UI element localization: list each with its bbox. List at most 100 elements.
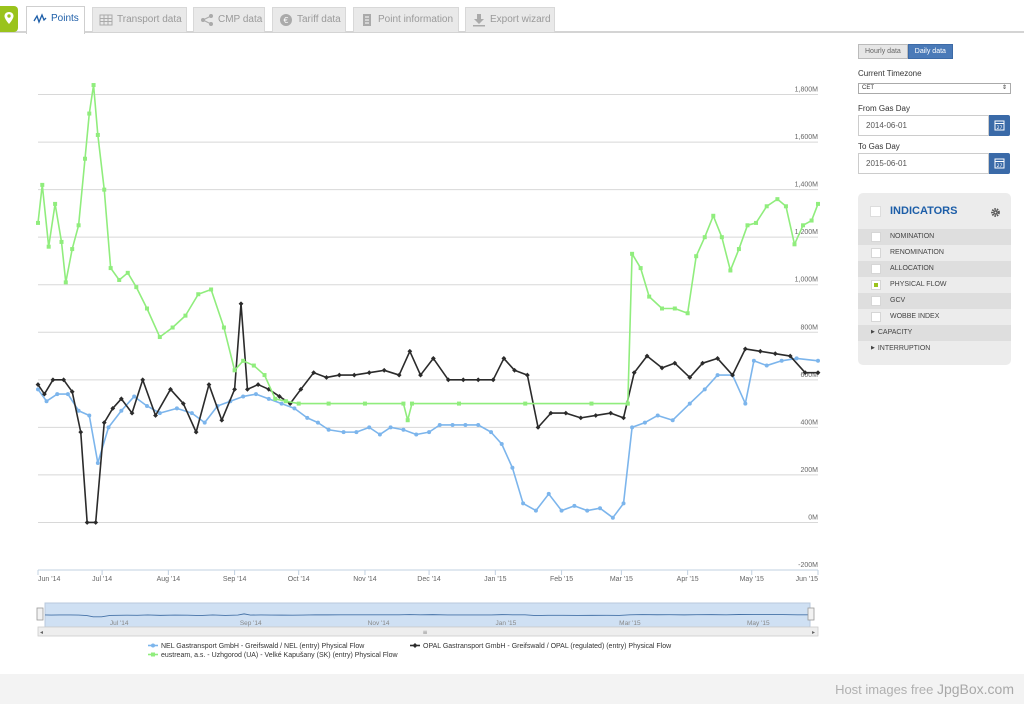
navigator-left-handle[interactable] <box>36 607 44 621</box>
data-point-marker[interactable] <box>206 382 212 387</box>
data-point-marker[interactable] <box>238 301 244 307</box>
series-line-2[interactable] <box>37 84 819 422</box>
data-point-marker[interactable] <box>625 401 630 406</box>
data-point-marker[interactable] <box>266 396 271 401</box>
data-point-marker[interactable] <box>610 515 615 520</box>
data-point-marker[interactable] <box>630 251 635 256</box>
navigator-right-handle[interactable] <box>807 607 815 621</box>
data-point-marker[interactable] <box>63 280 68 285</box>
data-point-marker[interactable] <box>106 425 111 430</box>
scroll-right-arrow-icon[interactable]: ▸ <box>812 629 815 636</box>
data-point-marker[interactable] <box>196 292 201 297</box>
indicator-physical-flow[interactable]: PHYSICAL FLOW <box>858 277 1011 293</box>
data-point-marker[interactable] <box>157 335 162 340</box>
data-point-marker[interactable] <box>456 401 461 406</box>
data-point-marker[interactable] <box>59 239 64 244</box>
data-point-marker[interactable] <box>463 422 468 427</box>
data-point-marker[interactable] <box>341 430 346 435</box>
data-point-marker[interactable] <box>407 348 413 354</box>
tab-tariff-data[interactable]: € Tariff data <box>272 7 346 32</box>
legend-item-label[interactable]: OPAL Gastransport GmbH - Greifswald / OP… <box>423 643 672 650</box>
navigator[interactable]: Jul '14 Sep '14 Nov '14 Jan '15 Mar '15 May '… <box>36 602 819 637</box>
data-point-marker[interactable] <box>630 425 635 430</box>
data-point-marker[interactable] <box>46 244 51 249</box>
data-point-marker[interactable] <box>40 182 45 187</box>
data-point-marker[interactable] <box>93 520 99 525</box>
data-point-marker[interactable] <box>757 348 763 354</box>
series-line-1[interactable] <box>37 302 818 524</box>
data-point-marker[interactable] <box>140 377 146 383</box>
gear-icon[interactable] <box>990 207 1001 218</box>
indicators-select-all-checkbox[interactable] <box>870 206 881 217</box>
data-point-marker[interactable] <box>83 156 88 161</box>
data-point-marker[interactable] <box>702 387 707 392</box>
data-point-marker[interactable] <box>125 270 130 275</box>
data-point-marker[interactable] <box>598 506 603 511</box>
data-point-marker[interactable] <box>91 83 96 88</box>
data-point-marker[interactable] <box>262 373 267 378</box>
daily-data-button[interactable]: Daily data <box>907 44 953 59</box>
data-point-marker[interactable] <box>702 235 707 240</box>
data-point-marker[interactable] <box>193 429 199 435</box>
data-point-marker[interactable] <box>685 311 690 316</box>
data-point-marker[interactable] <box>189 411 194 416</box>
data-point-marker[interactable] <box>396 372 402 378</box>
indicator-nomination[interactable]: NOMINATION <box>858 229 1011 245</box>
data-point-marker[interactable] <box>816 201 820 206</box>
data-point-marker[interactable] <box>772 351 778 357</box>
data-point-marker[interactable] <box>108 266 113 271</box>
indicator-checkbox[interactable] <box>871 232 881 242</box>
data-point-marker[interactable] <box>728 268 733 273</box>
data-point-marker[interactable] <box>76 223 81 228</box>
data-point-marker[interactable] <box>202 420 207 425</box>
data-point-marker[interactable] <box>687 401 692 406</box>
data-point-marker[interactable] <box>273 396 278 401</box>
data-point-marker[interactable] <box>801 223 806 228</box>
data-point-marker[interactable] <box>144 306 149 311</box>
data-point-marker[interactable] <box>489 430 494 435</box>
data-point-marker[interactable] <box>660 306 664 311</box>
hourly-data-button[interactable]: Hourly data <box>858 44 908 59</box>
data-point-marker[interactable] <box>292 406 297 411</box>
data-point-marker[interactable] <box>409 401 414 406</box>
data-point-marker[interactable] <box>326 427 331 432</box>
data-point-marker[interactable] <box>593 413 599 418</box>
data-point-marker[interactable] <box>55 392 60 397</box>
data-point-marker[interactable] <box>336 372 342 378</box>
data-point-marker[interactable] <box>476 422 481 427</box>
calendar-icon[interactable]: 27 <box>989 153 1010 174</box>
indicator-allocation[interactable]: ALLOCATION <box>858 261 1011 277</box>
data-point-marker[interactable] <box>144 403 149 408</box>
indicator-checkbox[interactable] <box>871 248 881 258</box>
data-point-marker[interactable] <box>119 408 124 413</box>
data-point-marker[interactable] <box>401 401 406 406</box>
tab-points[interactable]: Points <box>26 6 85 34</box>
data-point-marker[interactable] <box>132 394 137 399</box>
data-point-marker[interactable] <box>809 218 814 223</box>
indicator-checkbox[interactable] <box>871 296 881 306</box>
data-point-marker[interactable] <box>754 220 759 225</box>
data-point-marker[interactable] <box>65 392 70 397</box>
to-gas-day-input[interactable]: 2015-06-01 <box>858 153 989 174</box>
data-point-marker[interactable] <box>170 325 175 330</box>
data-point-marker[interactable] <box>794 356 799 361</box>
data-point-marker[interactable] <box>427 430 432 435</box>
flow-chart[interactable]: -200M0M200M400M600M800M1,000M1,200M1,400… <box>0 40 835 670</box>
data-point-marker[interactable] <box>381 367 387 373</box>
data-point-marker[interactable] <box>117 277 122 282</box>
data-point-marker[interactable] <box>219 417 225 423</box>
data-point-marker[interactable] <box>460 377 466 383</box>
data-point-marker[interactable] <box>655 413 660 418</box>
data-point-marker[interactable] <box>621 501 626 506</box>
indicator-wobbe-index[interactable]: WOBBE INDEX <box>858 309 1011 325</box>
indicator-renomination[interactable]: RENOMINATION <box>858 245 1011 261</box>
from-gas-day-input[interactable]: 2014-06-01 <box>858 115 989 136</box>
data-point-marker[interactable] <box>279 401 284 406</box>
data-point-marker[interactable] <box>745 223 750 228</box>
data-point-marker[interactable] <box>499 442 504 447</box>
data-point-marker[interactable] <box>572 503 577 508</box>
data-point-marker[interactable] <box>221 325 226 330</box>
data-point-marker[interactable] <box>642 420 647 425</box>
data-point-marker[interactable] <box>578 415 584 421</box>
data-point-marker[interactable] <box>354 430 359 435</box>
